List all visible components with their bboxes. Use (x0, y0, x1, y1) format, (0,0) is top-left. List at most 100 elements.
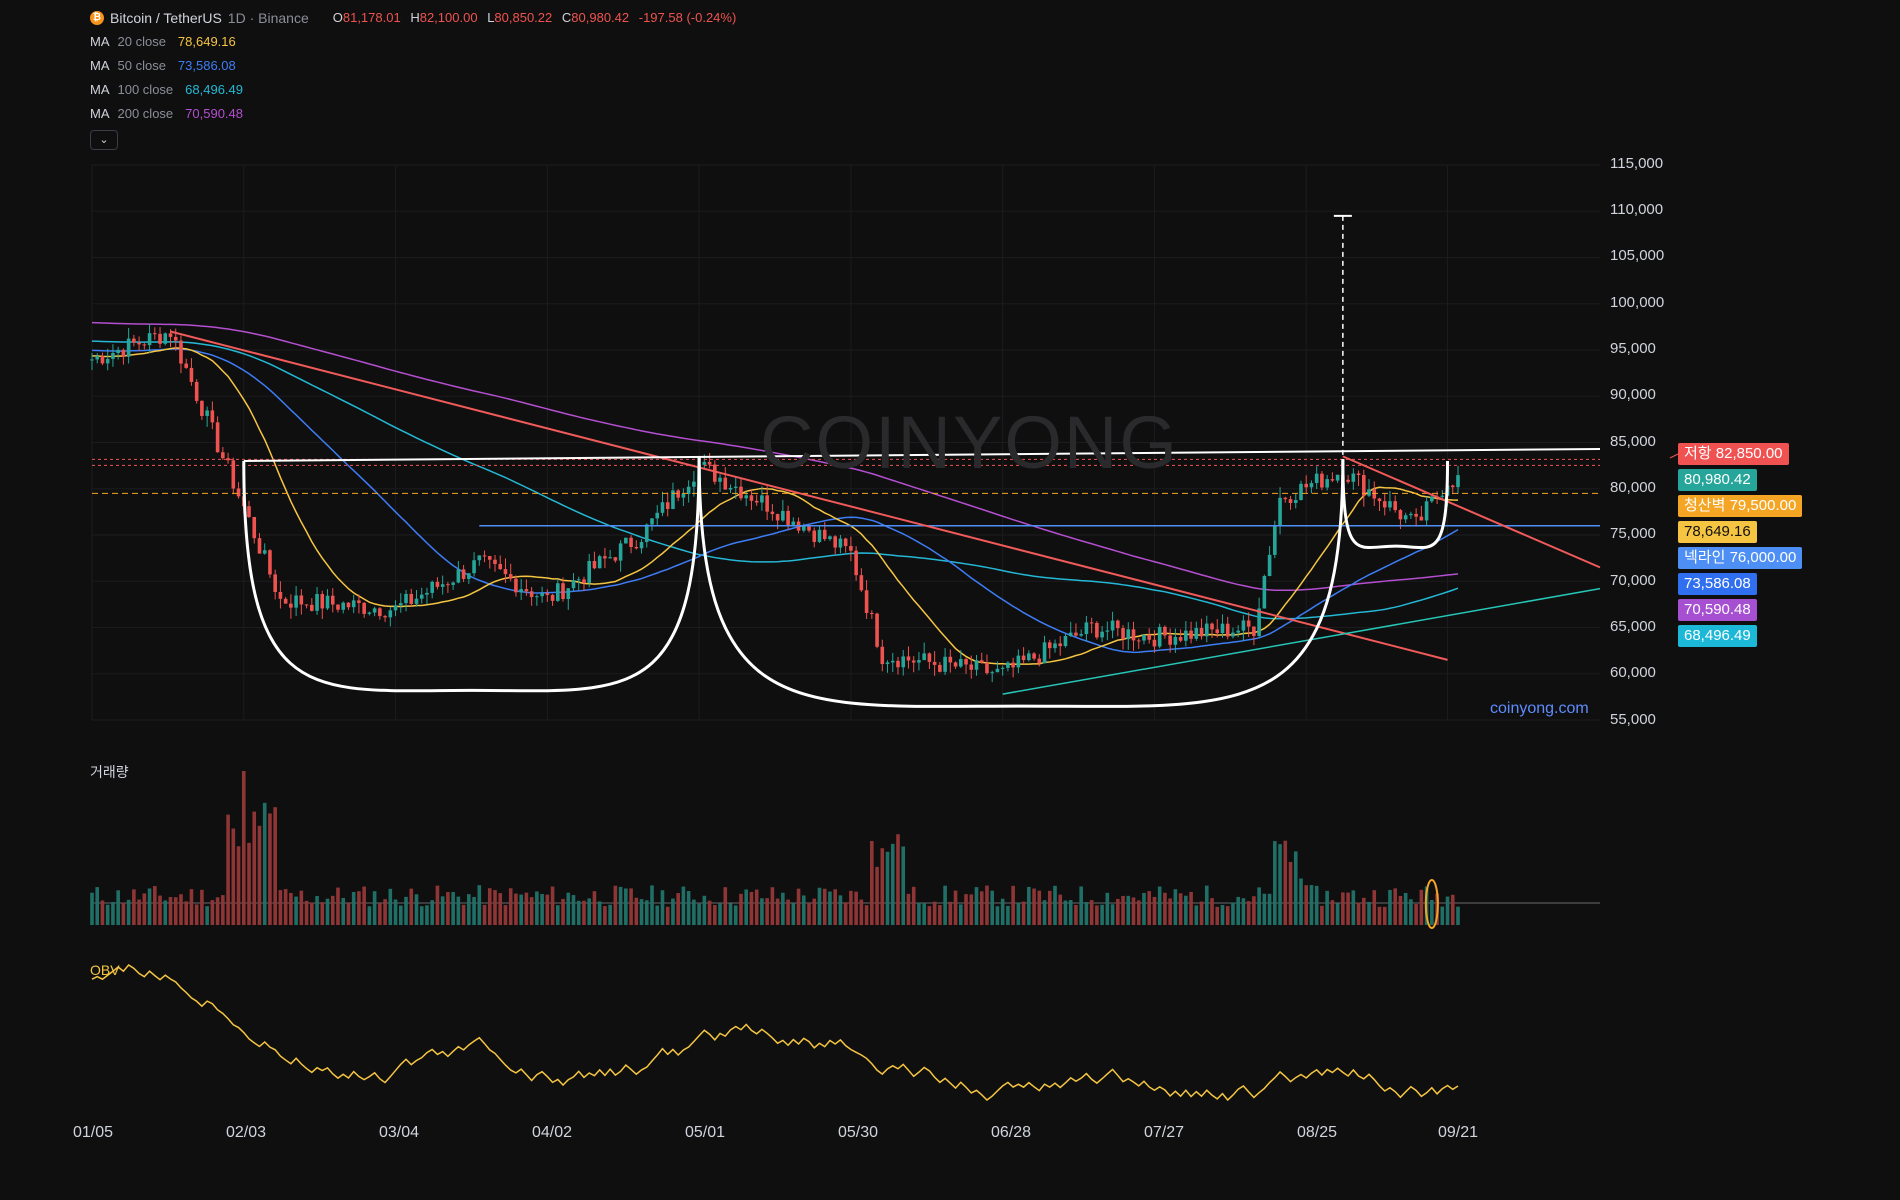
chevron-down-icon: ⌄ (99, 134, 109, 146)
volume-bar (1157, 886, 1162, 925)
candle-body (1084, 622, 1089, 635)
candle-body (1351, 473, 1356, 482)
volume-bar (535, 891, 539, 925)
volume-bar (268, 813, 272, 925)
volume-bar (1236, 896, 1240, 925)
candle-body (618, 543, 623, 561)
volume-bar (859, 899, 864, 925)
candle-body (791, 521, 796, 525)
candle-body (461, 569, 466, 579)
candle-body (953, 662, 958, 667)
volume-bar (1330, 900, 1335, 925)
volume-bar (655, 905, 660, 925)
volume-bar (707, 900, 712, 925)
volume-bar (624, 888, 628, 925)
volume-bar (121, 902, 126, 925)
candle-body (126, 338, 131, 357)
candle-body (105, 358, 110, 364)
volume-bar (948, 901, 953, 925)
candle-body (760, 495, 764, 503)
volume-bar (995, 906, 1000, 925)
site-link[interactable]: coinyong.com (1490, 700, 1589, 718)
candle-body (1079, 634, 1083, 636)
volume-bar (1047, 890, 1052, 925)
volume-bar (650, 885, 654, 925)
open-value: 81,178.01 (342, 10, 401, 25)
volume-bar (1288, 861, 1293, 925)
candle-body (864, 590, 869, 613)
volume-bar (1335, 903, 1340, 925)
volume-bar (828, 891, 832, 925)
interval-exchange[interactable]: 1D · Binance (228, 6, 309, 30)
volume-bar (1168, 898, 1172, 925)
volume-bar (341, 897, 346, 925)
candle-body (624, 537, 628, 544)
candle-body (1178, 637, 1183, 641)
volume-bar (1126, 895, 1131, 925)
legend-collapse-button[interactable]: ⌄ (90, 130, 118, 150)
candle-body (943, 656, 947, 672)
chart-canvas[interactable] (0, 0, 1900, 1200)
low-value: 80,850.22 (494, 10, 553, 25)
price-tick: 100,000 (1610, 294, 1665, 311)
volume-bar (770, 887, 775, 925)
candle-body (938, 664, 942, 672)
candle-body (95, 356, 100, 360)
ma200-legend[interactable]: MA 200 close 70,590.48 (90, 102, 742, 126)
volume-bar (315, 895, 319, 925)
candle-body (870, 612, 874, 614)
candle-body (1424, 501, 1429, 521)
candle-body (655, 512, 660, 519)
volume-bar (582, 900, 586, 925)
price-tick: 105,000 (1610, 247, 1665, 264)
candle-body (519, 589, 523, 593)
price-tick: 55,000 (1610, 711, 1656, 728)
ma100-legend[interactable]: MA 100 close 68,496.49 (90, 78, 742, 102)
candle-body (644, 524, 649, 543)
volume-bar (168, 897, 173, 925)
candle-body (713, 464, 717, 482)
candle-body (168, 333, 173, 337)
candle-body (1163, 626, 1167, 636)
volume-bar (786, 899, 790, 925)
volume-bar (472, 896, 476, 925)
ma50-legend[interactable]: MA 50 close 73,586.08 (90, 54, 742, 78)
candle-body (843, 538, 848, 547)
volume-bar (885, 851, 890, 925)
candle-body (419, 594, 424, 599)
volume-bar (200, 889, 204, 925)
date-tick: 05/30 (837, 1124, 879, 1141)
ma200-price-label: 70,590.48 (1678, 599, 1757, 621)
candle-body (1074, 632, 1078, 636)
volume-bar (1419, 889, 1424, 925)
volume-bar (917, 902, 921, 925)
watermark: COINYONG (760, 401, 1179, 484)
candle-body (1273, 525, 1277, 555)
volume-bar (938, 905, 942, 925)
bitcoin-icon: ₿ (90, 11, 104, 25)
volume-bar (1121, 895, 1125, 925)
volume-bar (807, 902, 811, 925)
volume-bar (90, 892, 94, 925)
volume-bar (194, 904, 199, 925)
volume-bar (1440, 906, 1445, 925)
volume-bar (514, 893, 518, 925)
candle-body (828, 536, 832, 540)
volume-bar (901, 846, 906, 925)
candle-body (142, 344, 147, 346)
volume-bar (477, 885, 482, 925)
volume-bar (990, 890, 994, 925)
candle-body (765, 495, 769, 512)
volume-bar (875, 866, 879, 925)
candle-body (367, 612, 372, 614)
candle-body (231, 460, 236, 489)
volume-bar (1037, 890, 1042, 925)
volume-bar (1314, 885, 1319, 925)
volume-bar (1367, 901, 1371, 925)
symbol-name[interactable]: Bitcoin / TetherUS (110, 6, 222, 30)
candle-body (153, 333, 157, 335)
candle-body (801, 526, 806, 531)
ma20-legend[interactable]: MA 20 close 78,649.16 (90, 30, 742, 54)
candle-body (336, 604, 340, 610)
volume-bar (446, 892, 450, 925)
